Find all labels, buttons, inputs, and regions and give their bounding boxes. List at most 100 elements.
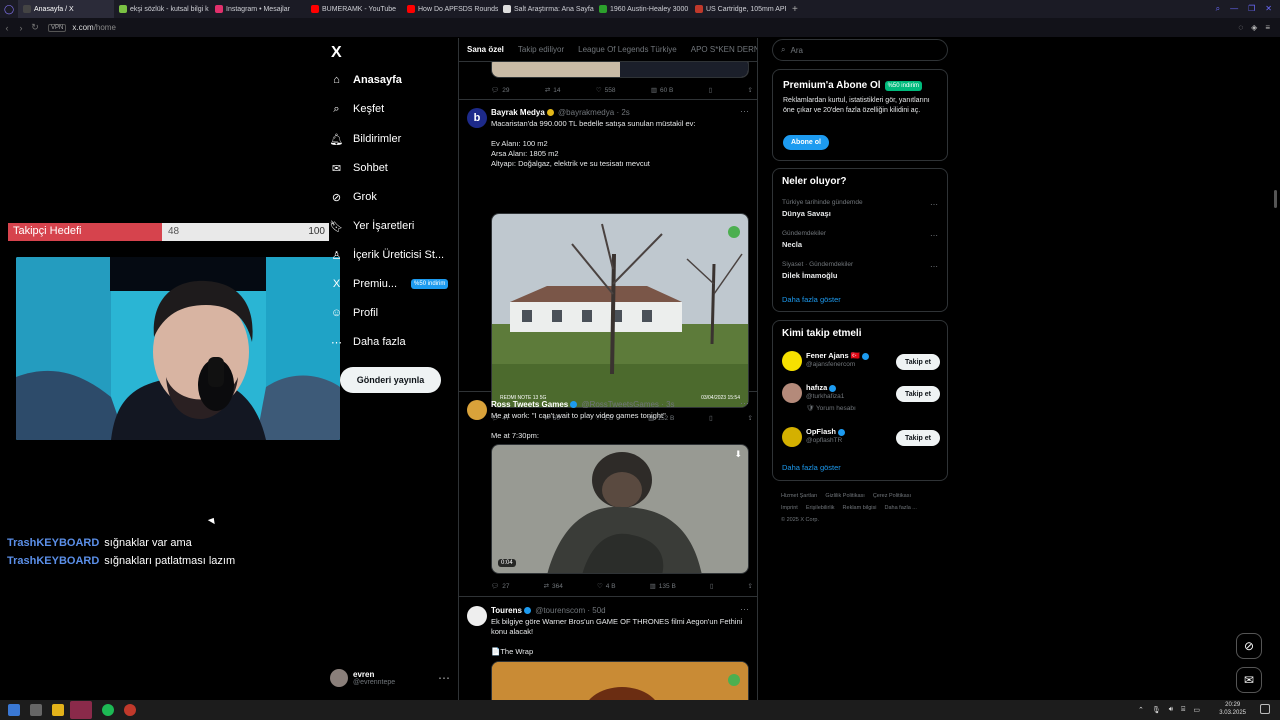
window-restore-icon[interactable]: ❐ — [1248, 4, 1255, 14]
browser-tab[interactable]: ekşi sözlük - kutsal bilgi k — [114, 0, 210, 18]
scrollbar[interactable] — [1274, 190, 1277, 208]
chevron-up-icon[interactable]: ⌃ — [1138, 706, 1144, 714]
list-item[interactable]: b Bayrak Medya @bayrakmedya · 2s ⋯ Macar… — [459, 100, 757, 422]
post-media[interactable]: REDMI NOTE 13 5G 03/04/2023 15:54 — [491, 213, 749, 408]
browser-tab[interactable]: BUMERAMK - YouTube — [306, 0, 402, 18]
volume-icon[interactable]: 🔊︎ — [1169, 706, 1173, 714]
sidebar-item-mail[interactable]: ✉ Sohbet — [330, 157, 388, 179]
reply-button[interactable]: 💬︎ 29 — [491, 85, 510, 95]
new-tab-button[interactable]: + — [792, 4, 798, 15]
system-clock[interactable]: 20:29 3.03.2025 — [1219, 701, 1246, 717]
back-icon[interactable]: ‹ — [0, 23, 14, 33]
more-icon[interactable]: ⋯ — [740, 398, 749, 409]
repost-button[interactable]: ⇄ 14 — [545, 85, 561, 95]
sidebar-item-search[interactable]: ⌕ Keşfet — [330, 98, 384, 120]
feed-tab[interactable]: Sana özel — [467, 45, 504, 54]
footer-link[interactable]: Imprint — [781, 505, 798, 511]
vpn-badge[interactable]: VPN — [48, 23, 67, 32]
avatar[interactable] — [782, 351, 802, 371]
feed-tab[interactable]: League Of Legends Türkiye — [578, 45, 677, 54]
suggested-account-name[interactable]: Fener Ajans 🇹🇷 — [806, 351, 871, 360]
footer-link[interactable]: Hizmet Şartları — [781, 493, 817, 499]
task-view-icon[interactable] — [30, 704, 42, 716]
mic-icon[interactable]: 🎙︎ — [1152, 706, 1161, 714]
footer-link[interactable]: Erişilebilirlik — [806, 505, 835, 511]
follow-button[interactable]: Takip et — [896, 430, 940, 446]
profile-chip[interactable]: evren @evrenntepe ⋯ — [330, 666, 450, 690]
follow-button[interactable]: Takip et — [896, 386, 940, 402]
windows-start-icon[interactable] — [8, 704, 20, 716]
like-button[interactable]: ♡ 558 — [596, 85, 616, 95]
bookmark-icon[interactable]: ▯ — [709, 85, 713, 95]
x-logo-icon[interactable]: X — [331, 44, 342, 62]
trend-item[interactable]: Necla — [782, 240, 802, 249]
footer-link[interactable]: Gizlilik Politikası — [825, 493, 864, 499]
share-icon[interactable]: ⇪ — [748, 85, 753, 95]
footer-link[interactable]: Daha fazla ... — [884, 505, 916, 511]
url-field[interactable]: x.com/home — [72, 23, 116, 32]
sidebar-item-premium[interactable]: X Premiu... %50 indirim — [330, 273, 449, 295]
footer-link[interactable]: Reklam bilgisi — [843, 505, 877, 511]
window-close-icon[interactable]: ✕ — [1265, 4, 1272, 14]
subscribe-button[interactable]: Abone ol — [783, 135, 829, 150]
trend-item[interactable]: Dilek İmamoğlu — [782, 271, 837, 280]
extensions-icon[interactable]: ◈ — [1251, 23, 1257, 32]
more-icon[interactable]: ⋯ — [740, 106, 749, 117]
forward-icon[interactable]: › — [14, 23, 28, 33]
feed-tab[interactable]: Takip ediliyor — [518, 45, 564, 54]
sidebar-item-bell[interactable]: 🔔︎ Bildirimler — [330, 128, 402, 150]
feed-tab[interactable]: APO S*KEN DERNE — [691, 45, 757, 54]
avatar[interactable] — [467, 606, 487, 626]
list-item[interactable]: Tourens @tourenscom · 50d ⋯ Ek bilgiye g… — [459, 598, 757, 700]
list-item[interactable]: Ross Tweets Games @RossTweetsGames · 3s … — [459, 392, 757, 597]
follow-button[interactable]: Takip et — [896, 354, 940, 370]
more-icon[interactable]: ⋯ — [740, 604, 749, 615]
show-more-link[interactable]: Daha fazla göster — [782, 463, 841, 472]
more-icon[interactable]: ⋯ — [930, 262, 938, 271]
footer-link[interactable]: © 2025 X Corp. — [781, 517, 819, 523]
search-icon[interactable]: ⌕ — [1216, 4, 1220, 14]
footer-link[interactable]: Çerez Politikası — [873, 493, 911, 499]
sidebar-item-more[interactable]: ⋯ Daha fazla — [330, 331, 406, 353]
avatar[interactable] — [467, 400, 487, 420]
avatar[interactable] — [782, 383, 802, 403]
avatar[interactable] — [782, 427, 802, 447]
post-button[interactable]: Gönderi yayınla — [340, 367, 441, 393]
bookmark-icon[interactable]: ▯ — [710, 581, 714, 591]
browser-tab[interactable]: Anasayfa / X — [18, 0, 114, 18]
more-icon[interactable]: ⋯ — [930, 200, 938, 209]
views-button[interactable]: ▥ 135 B — [650, 581, 676, 591]
repost-button[interactable]: ⇄ 364 — [544, 581, 563, 591]
sidebar-item-home[interactable]: ⌂ Anasayfa — [330, 69, 402, 91]
sidebar-item-grok[interactable]: ⊘ Grok — [330, 186, 377, 208]
sidebar-item-bookmark[interactable]: 🔖︎ Yer İşaretleri — [330, 215, 415, 237]
browser-tab[interactable]: Instagram • Mesajlar — [210, 0, 306, 18]
suggested-account-name[interactable]: hafıza — [806, 383, 838, 392]
trend-item[interactable]: Dünya Savaşı — [782, 209, 831, 218]
file-explorer-icon[interactable] — [52, 704, 64, 716]
grok-icon[interactable]: ⊘ — [1236, 633, 1262, 659]
display-icon[interactable]: ▭ — [1193, 706, 1200, 714]
suggested-account-name[interactable]: OpFlash — [806, 427, 847, 436]
window-minimize-icon[interactable]: — — [1230, 4, 1238, 14]
menu-icon[interactable]: ≡ — [1265, 23, 1270, 32]
browser-logo-icon[interactable]: ◯ — [0, 4, 18, 15]
messages-icon[interactable]: ✉ — [1236, 667, 1262, 693]
post-media[interactable] — [491, 661, 749, 700]
sidebar-item-profile[interactable]: ☺ Profil — [330, 302, 378, 324]
browser-tab[interactable]: US Cartridge, 105mm APF — [690, 0, 786, 18]
network-icon[interactable]: ⌸ — [1181, 706, 1185, 714]
share-icon[interactable]: ⇪ — [748, 581, 753, 591]
post-media[interactable]: ⬇ 0:04 — [491, 444, 749, 574]
browser-tab[interactable]: Salt Araştırma: Ana Sayfa — [498, 0, 594, 18]
browser-tab[interactable]: 1960 Austin-Healey 3000 — [594, 0, 690, 18]
app-preview-icon[interactable] — [70, 701, 92, 719]
sidebar-item-creator[interactable]: ♙ İçerik Üreticisi St... — [330, 244, 445, 266]
app-icon[interactable] — [124, 704, 136, 716]
like-button[interactable]: ♡ 4 B — [597, 581, 616, 591]
show-more-link[interactable]: Daha fazla göster — [782, 295, 841, 304]
search-input[interactable]: ⌕ Ara — [772, 39, 948, 61]
download-icon[interactable]: ⬇ — [734, 449, 742, 460]
reload-icon[interactable]: ↻ — [28, 22, 42, 33]
more-icon[interactable]: ⋯ — [438, 671, 450, 685]
